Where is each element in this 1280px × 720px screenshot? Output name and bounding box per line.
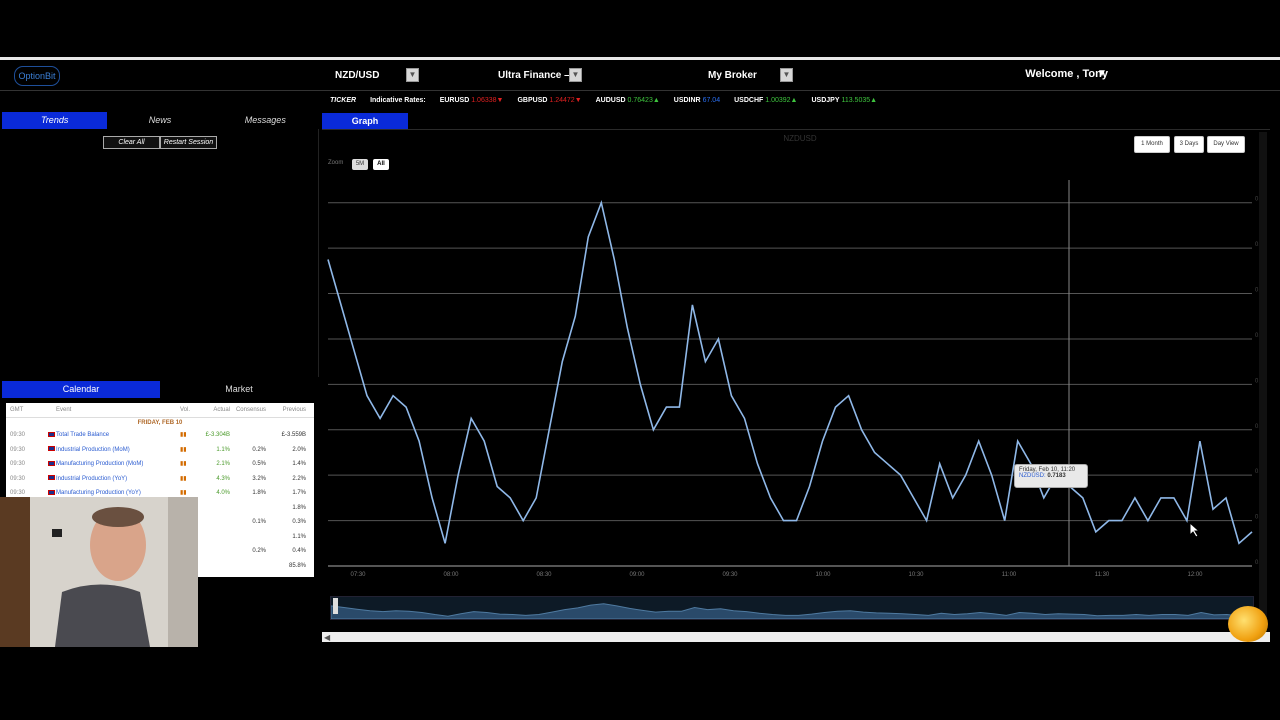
table-row[interactable]: 09:30 Total Trade Balance ▮▮ £-3.304B £-3.55… (6, 428, 314, 443)
ticker-rates-label: Indicative Rates: (370, 96, 426, 104)
volatility-icon: ▮▮ (180, 461, 187, 467)
tab-messages[interactable]: Messages (213, 112, 318, 129)
tab-trends[interactable]: Trends (2, 112, 108, 129)
zoom-label: Zoom (328, 160, 344, 166)
broker-dropdown-button[interactable]: ▼ (780, 68, 793, 82)
table-row[interactable]: 09:30 Industrial Production (YoY) ▮▮ 4.3% 3.… (6, 472, 314, 487)
uk-flag-icon (48, 460, 55, 466)
calendar-tab-bar: Calendar Market (2, 381, 318, 398)
vertical-scrollbar[interactable] (1259, 132, 1267, 632)
mouse-cursor-icon (1189, 522, 1201, 538)
navigator-scrollbar[interactable] (322, 632, 1270, 642)
price-chart[interactable]: 0.71960.71940.71920.7190.71880.71860.718… (322, 170, 1262, 590)
ticker-item: AUDUSD 0.76423▲ (595, 96, 660, 104)
zoom-all-button[interactable]: All (373, 159, 389, 170)
price-line (327, 199, 1253, 545)
range-day-view-button[interactable]: Day View (1207, 136, 1245, 153)
x-tick-label: 12:00 (1187, 572, 1203, 578)
tab-graph[interactable]: Graph (322, 113, 408, 129)
x-tick-label: 08:30 (536, 572, 552, 578)
uk-flag-icon (48, 475, 55, 481)
navigator-left-handle[interactable] (333, 598, 338, 614)
zoom-5m-button[interactable]: 5M (352, 159, 368, 170)
x-tick-label: 09:30 (722, 572, 738, 578)
range-3-days-button[interactable]: 3 Days (1174, 136, 1204, 153)
option-select-label[interactable]: Ultra Finance – U (498, 68, 570, 84)
symbol-dropdown-button[interactable]: ▼ (406, 68, 419, 82)
tab-market[interactable]: Market (160, 381, 318, 398)
chat-ball-icon[interactable] (1228, 606, 1268, 642)
chart-navigator[interactable] (330, 596, 1254, 620)
x-tick-label: 11:00 (1002, 572, 1017, 578)
calendar-header: GMT Event Vol. Actual Consensus Previous (6, 403, 314, 418)
x-tick-label: 09:00 (629, 572, 645, 578)
range-1-month-button[interactable]: 1 Month (1134, 136, 1170, 153)
broker-select-label[interactable]: My Broker (708, 68, 757, 84)
ticker-item: EURUSD 1.06338▼ (439, 96, 504, 104)
webcam-overlay (0, 497, 198, 647)
uk-flag-icon (48, 431, 55, 437)
ticker-bar: TICKER Indicative Rates: EURUSD 1.06338▼… (330, 95, 877, 105)
symbol-select-label[interactable]: NZD/USD (335, 68, 379, 84)
x-tick-label: 10:30 (908, 572, 924, 578)
clear-all-button[interactable]: Clear All (103, 136, 160, 149)
calendar-day-label: FRIDAY, FEB 10 (137, 420, 183, 426)
chart-title: NZDUSD (783, 134, 817, 143)
trends-panel (2, 129, 319, 377)
x-tick-label: 10:00 (815, 572, 831, 578)
presenter-image (0, 497, 198, 647)
ticker-item: USDCHF 1.00392▲ (734, 96, 798, 104)
tab-calendar[interactable]: Calendar (2, 381, 160, 398)
volatility-icon: ▮▮ (180, 475, 187, 482)
x-tick-label: 07:30 (350, 572, 366, 578)
chart-tooltip: Friday, Feb 10, 11:20 NZDUSD: 0.7183 (1014, 464, 1088, 488)
tab-news[interactable]: News (107, 112, 212, 129)
ticker-item: USDJPY 113.5035▲ (811, 96, 878, 104)
scroll-left-icon[interactable]: ◀ (324, 633, 330, 642)
x-tick-label: 08:00 (443, 572, 459, 578)
left-tab-bar: Trends News Messages (2, 112, 318, 129)
ticker-item: USDINR 67.04 (673, 96, 721, 104)
user-menu-arrow-icon[interactable]: ▼ (1097, 68, 1107, 79)
volatility-icon: ▮▮ (180, 446, 187, 453)
volatility-icon: ▮▮ (180, 432, 187, 438)
logo[interactable]: OptionBit (14, 66, 60, 86)
welcome-user[interactable]: Welcome , Tony (1025, 68, 1108, 80)
uk-flag-icon (48, 489, 55, 495)
table-row[interactable]: 09:30 Manufacturing Production (MoM) ▮▮ 2.1… (6, 457, 314, 472)
restart-session-button[interactable]: Restart Session (160, 136, 217, 149)
table-row[interactable]: 09:30 Industrial Production (MoM) ▮▮ 1.1% 0.… (6, 443, 314, 458)
uk-flag-icon (48, 446, 55, 452)
x-tick-label: 11:30 (1095, 572, 1110, 578)
option-dropdown-button[interactable]: ▼ (569, 68, 582, 82)
ticker-item: GBPUSD 1.24472▼ (517, 96, 582, 104)
ticker-label: TICKER (330, 96, 357, 104)
